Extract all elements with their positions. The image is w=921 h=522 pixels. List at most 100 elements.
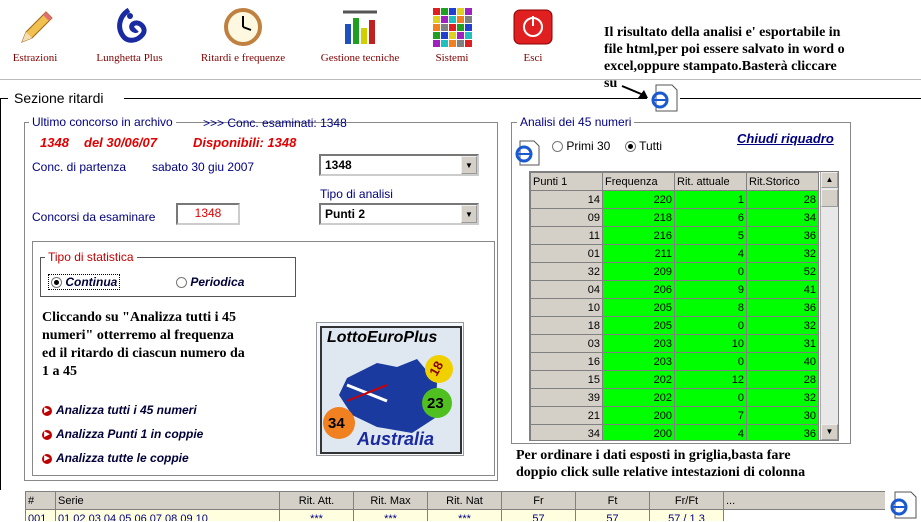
radio-label: Primi 30 bbox=[566, 139, 611, 153]
grid-cell: 216 bbox=[602, 226, 675, 245]
grid-cell: 36 bbox=[746, 298, 819, 317]
series-column-header[interactable]: # bbox=[25, 491, 56, 510]
grid-row[interactable]: 39 202 0 32 bbox=[530, 388, 819, 407]
grid-row[interactable]: 04 206 9 41 bbox=[530, 280, 819, 299]
analysis-type-select[interactable]: Punti 2 ▼ bbox=[319, 203, 479, 225]
grid-cell: 200 bbox=[602, 424, 675, 440]
series-column-header[interactable]: ... bbox=[723, 491, 885, 510]
grid-cell: 40 bbox=[746, 352, 819, 371]
grid-row[interactable]: 03 203 10 31 bbox=[530, 334, 819, 353]
lottery-hand-icon bbox=[109, 6, 151, 48]
grid-column-header[interactable]: Rit. attuale bbox=[674, 172, 747, 191]
scroll-down-icon[interactable]: ▼ bbox=[821, 424, 838, 440]
grid-row[interactable]: 16 203 0 40 bbox=[530, 352, 819, 371]
grid-column-header[interactable]: Rit.Storico bbox=[746, 172, 819, 191]
scroll-up-icon[interactable]: ▲ bbox=[821, 172, 838, 188]
toolbar-button-ritardi[interactable]: Ritardi e frequenze bbox=[187, 0, 299, 72]
grid-icon bbox=[431, 6, 473, 48]
grid-cell: 15 bbox=[530, 370, 603, 389]
grid-cell: 52 bbox=[746, 262, 819, 281]
stat-type-title: Tipo di statistica bbox=[45, 250, 137, 264]
analyze-punti1-link[interactable]: ▶ Analizza Punti 1 in coppie bbox=[42, 427, 203, 441]
series-column-header[interactable]: Rit. Nat bbox=[427, 491, 502, 510]
grid-row[interactable]: 14 220 1 28 bbox=[530, 190, 819, 209]
examined-count: >>> Conc. esaminati: 1348 bbox=[203, 116, 347, 130]
grid-cell: 0 bbox=[674, 262, 747, 281]
analyze-all-pairs-link[interactable]: ▶ Analizza tutte le coppie bbox=[42, 451, 189, 465]
export-html-icon[interactable] bbox=[514, 140, 540, 168]
radio-label: Tutti bbox=[639, 139, 663, 153]
series-column-header[interactable]: Ft bbox=[575, 491, 650, 510]
radio-tutti[interactable]: Tutti bbox=[625, 139, 662, 153]
help-line: Cliccando su "Analizza tutti i 45 bbox=[42, 310, 237, 325]
grid-cell: 0 bbox=[674, 316, 747, 335]
last-date: del 30/06/07 bbox=[84, 135, 157, 150]
grid-cell: 202 bbox=[602, 388, 675, 407]
grid-row[interactable]: 32 209 0 52 bbox=[530, 262, 819, 281]
analysis-grid[interactable]: Punti 1 Frequenza Rit. attuale Rit.Storico … bbox=[529, 171, 839, 441]
grid-row[interactable]: 18 205 0 32 bbox=[530, 316, 819, 335]
grid-cell: 34 bbox=[746, 208, 819, 227]
grid-row[interactable]: 11 216 5 36 bbox=[530, 226, 819, 245]
series-column-header[interactable]: Fr/Ft bbox=[649, 491, 724, 510]
grid-column-header[interactable]: Frequenza bbox=[602, 172, 675, 191]
grid-cell: 4 bbox=[674, 424, 747, 440]
series-column-header[interactable]: Rit. Att. bbox=[279, 491, 354, 510]
series-column-header[interactable]: Serie bbox=[55, 491, 280, 510]
to-examine-input[interactable]: 1348 bbox=[176, 203, 240, 225]
toolbar-button-sistemi[interactable]: Sistemi bbox=[420, 0, 484, 72]
start-date: sabato 30 giu 2007 bbox=[152, 160, 255, 174]
grid-row[interactable]: 34 200 4 36 bbox=[530, 424, 819, 440]
toolbar-button-gestione[interactable]: Gestione tecniche bbox=[308, 0, 412, 72]
grid-scrollbar[interactable]: ▲ ▼ bbox=[820, 172, 838, 440]
series-cell: *** bbox=[353, 509, 428, 521]
chevron-down-icon: ▼ bbox=[461, 205, 477, 223]
logo-title: LottoEuroPlus bbox=[327, 329, 438, 346]
start-select[interactable]: 1348 ▼ bbox=[319, 154, 479, 176]
radio-periodica[interactable]: Periodica bbox=[176, 275, 244, 289]
start-select-value: 1348 bbox=[325, 158, 352, 172]
export-html-icon[interactable] bbox=[650, 84, 678, 112]
grid-column-header[interactable]: Punti 1 bbox=[530, 172, 603, 191]
grid-cell: 203 bbox=[602, 334, 675, 353]
grid-row[interactable]: 09 218 6 34 bbox=[530, 208, 819, 227]
grid-cell: 9 bbox=[674, 280, 747, 299]
grid-row[interactable]: 01 211 4 32 bbox=[530, 244, 819, 263]
radio-label: Continua bbox=[65, 275, 118, 289]
grid-cell: 5 bbox=[674, 226, 747, 245]
export-html-icon[interactable] bbox=[889, 491, 917, 519]
grid-row[interactable]: 15 202 12 28 bbox=[530, 370, 819, 389]
analysis-group-title: Analisi dei 45 numeri bbox=[517, 115, 635, 129]
grid-cell: 10 bbox=[674, 334, 747, 353]
series-row[interactable]: 001 01 02 03 04 05 06 07 08 09 10 *** *** **… bbox=[25, 509, 886, 521]
analyze-all-45-link[interactable]: ▶ Analizza tutti i 45 numeri bbox=[42, 403, 197, 417]
radio-icon bbox=[625, 141, 636, 153]
series-cell: 57 / 1 3 bbox=[649, 509, 724, 521]
grid-cell: 6 bbox=[674, 208, 747, 227]
series-column-header[interactable]: Rit. Max bbox=[353, 491, 428, 510]
help-text: Cliccando su "Analizza tutti i 45 numeri… bbox=[42, 309, 312, 381]
toolbar-button-estrazioni[interactable]: Estrazioni bbox=[0, 0, 70, 72]
help-line: numeri" otterremo al frequenza bbox=[42, 328, 234, 343]
grid-cell: 36 bbox=[746, 424, 819, 440]
series-column-header[interactable]: Fr bbox=[501, 491, 576, 510]
grid-row[interactable]: 21 200 7 30 bbox=[530, 406, 819, 425]
radio-continua[interactable]: Continua bbox=[48, 274, 121, 290]
arrow-icon bbox=[621, 85, 648, 98]
radio-primi30[interactable]: Primi 30 bbox=[552, 139, 610, 153]
analysis-type-label: Tipo di analisi bbox=[320, 187, 393, 201]
grid-cell: 0 bbox=[674, 388, 747, 407]
series-cell: 001 bbox=[25, 509, 56, 521]
pencil-icon bbox=[14, 6, 56, 48]
toolbar-button-lunghetta[interactable]: Lunghetta Plus bbox=[82, 0, 177, 72]
start-label: Conc. di partenza bbox=[32, 160, 127, 174]
toolbar-button-esci[interactable]: Esci bbox=[503, 0, 563, 72]
link-label: Analizza tutte le coppie bbox=[56, 451, 189, 465]
bullet-arrow-icon: ▶ bbox=[42, 429, 52, 440]
available-count: Disponibili: 1348 bbox=[193, 135, 297, 150]
scroll-thumb[interactable] bbox=[821, 189, 838, 207]
close-panel-link[interactable]: Chiudi riquadro bbox=[737, 131, 834, 146]
grid-row[interactable]: 10 205 8 36 bbox=[530, 298, 819, 317]
toolbar-label: Lunghetta Plus bbox=[96, 52, 163, 64]
series-grid[interactable]: # Serie Rit. Att. Rit. Max Rit. Nat Fr Ft Fr/Ft… bbox=[25, 491, 885, 521]
